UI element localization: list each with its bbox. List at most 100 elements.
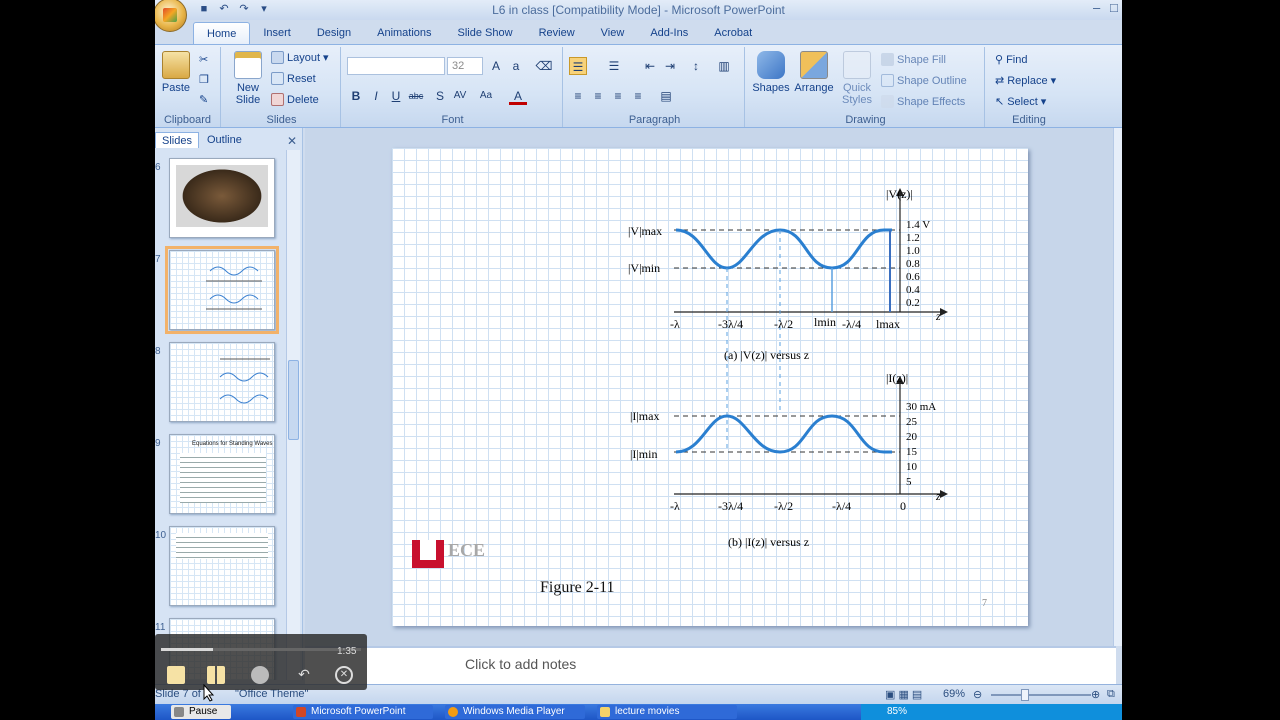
cut-icon[interactable]: ✂ bbox=[199, 53, 208, 66]
reset-button[interactable]: Reset bbox=[271, 72, 316, 85]
zoom-in-icon[interactable]: ⊕ bbox=[1091, 688, 1100, 701]
close-player-icon[interactable]: ✕ bbox=[335, 666, 353, 684]
ribbon-tabs: Home Insert Design Animations Slide Show… bbox=[155, 20, 1122, 44]
maximize-button[interactable]: □ bbox=[1110, 0, 1118, 15]
replace-button[interactable]: ⇄ Replace ▾ bbox=[995, 74, 1056, 88]
tab-design[interactable]: Design bbox=[304, 22, 364, 44]
tab-animations[interactable]: Animations bbox=[364, 22, 444, 44]
shapes-label: Shapes bbox=[752, 82, 790, 94]
font-color-icon[interactable]: A bbox=[509, 87, 527, 105]
grow-font-icon[interactable]: A bbox=[487, 57, 505, 75]
tab-add-ins[interactable]: Add-Ins bbox=[637, 22, 701, 44]
align-right-icon[interactable]: ≡ bbox=[609, 87, 627, 105]
change-case-icon[interactable]: Aa bbox=[477, 87, 495, 105]
strikethrough-icon[interactable]: abc bbox=[407, 87, 425, 105]
columns-icon[interactable]: ▥ bbox=[715, 57, 733, 75]
shape-effects-button[interactable]: Shape Effects bbox=[881, 95, 965, 108]
shrink-font-icon[interactable]: a bbox=[507, 57, 525, 75]
tab-slide-show[interactable]: Slide Show bbox=[445, 22, 526, 44]
quick-styles-button[interactable]: Quick Styles bbox=[837, 51, 877, 106]
format-painter-icon[interactable]: ✎ bbox=[199, 93, 208, 106]
shapes-button[interactable]: Shapes bbox=[751, 51, 791, 94]
caption-b: (b) |I(z)| versus z bbox=[728, 535, 809, 549]
justify-icon[interactable]: ≡ bbox=[629, 87, 647, 105]
font-size-combo[interactable]: 32 bbox=[447, 57, 483, 75]
pause-tooltip-icon bbox=[174, 707, 184, 717]
edit-scrollbar[interactable] bbox=[1113, 128, 1122, 646]
new-slide-button[interactable]: New Slide bbox=[229, 51, 267, 106]
find-button[interactable]: ⚲ Find bbox=[995, 53, 1027, 67]
align-left-icon[interactable]: ≡ bbox=[569, 87, 587, 105]
tab-acrobat[interactable]: Acrobat bbox=[701, 22, 765, 44]
pane-scrollbar[interactable] bbox=[286, 150, 300, 680]
thumb-number: 11 bbox=[155, 622, 166, 633]
scroll-thumb[interactable] bbox=[288, 360, 299, 440]
paste-button[interactable]: Paste bbox=[159, 51, 193, 94]
shadow-icon[interactable]: S bbox=[431, 87, 449, 105]
new-slide-icon bbox=[234, 51, 262, 79]
copy-icon[interactable]: ❐ bbox=[199, 73, 209, 86]
clear-formatting-icon[interactable]: ⌫ bbox=[535, 57, 553, 75]
mouse-cursor-icon bbox=[203, 684, 215, 702]
y-tick-a: 0.6 bbox=[906, 271, 920, 283]
shapes-icon bbox=[757, 51, 785, 79]
pane-tabs: Slides Outline ✕ bbox=[155, 132, 303, 148]
title-bar: ■ ↶ ↷ ▾ L6 in class [Compatibility Mode]… bbox=[155, 0, 1122, 32]
taskbar-media-player[interactable]: Windows Media Player bbox=[445, 705, 585, 719]
numbering-icon[interactable]: ☰ bbox=[605, 57, 623, 75]
underline-icon[interactable]: U bbox=[387, 87, 405, 105]
italic-icon[interactable]: I bbox=[367, 87, 385, 105]
shape-outline-button[interactable]: Shape Outline bbox=[881, 74, 967, 87]
mute-icon[interactable] bbox=[251, 666, 269, 684]
font-name-combo[interactable] bbox=[347, 57, 445, 75]
tab-review[interactable]: Review bbox=[526, 22, 588, 44]
slide-thumbnail-8[interactable] bbox=[169, 342, 275, 422]
pause-icon[interactable] bbox=[207, 666, 225, 684]
zoom-level: 69% bbox=[943, 688, 966, 700]
seek-progress bbox=[161, 648, 213, 651]
char-spacing-icon[interactable]: AV bbox=[451, 87, 469, 105]
delete-button[interactable]: Delete bbox=[271, 93, 319, 106]
shape-fill-icon bbox=[881, 53, 894, 66]
layout-button[interactable]: Layout ▾ bbox=[271, 51, 329, 64]
notes-placeholder: Click to add notes bbox=[465, 656, 577, 672]
close-icon[interactable]: ✕ bbox=[287, 134, 297, 148]
bullets-icon[interactable]: ☰ bbox=[569, 57, 587, 75]
thumb-number: 8 bbox=[155, 346, 161, 357]
shape-fill-button[interactable]: Shape Fill bbox=[881, 53, 946, 66]
taskbar-powerpoint[interactable]: Microsoft PowerPoint bbox=[293, 705, 433, 719]
slide-thumbnail-10[interactable] bbox=[169, 526, 275, 606]
minimize-button[interactable]: – bbox=[1093, 0, 1100, 15]
x-axis-arrow-b bbox=[940, 490, 948, 498]
bold-icon[interactable]: B bbox=[347, 87, 365, 105]
taskbar-folder[interactable]: lecture movies bbox=[597, 705, 737, 719]
stop-icon[interactable] bbox=[167, 666, 185, 684]
arrange-button[interactable]: Arrange bbox=[793, 51, 835, 94]
slide-thumbnail-9[interactable]: Equations for Standing Waves bbox=[169, 434, 275, 514]
tab-view[interactable]: View bbox=[588, 22, 638, 44]
select-button[interactable]: ↖ Select ▾ bbox=[995, 95, 1046, 109]
decrease-indent-icon[interactable]: ⇤ bbox=[641, 57, 659, 75]
tab-home[interactable]: Home bbox=[193, 22, 251, 44]
rewind-icon[interactable]: ↶ bbox=[295, 666, 313, 684]
align-center-icon[interactable]: ≡ bbox=[589, 87, 607, 105]
line-spacing-icon[interactable]: ↕ bbox=[687, 57, 705, 75]
text-direction-icon[interactable]: ▤ bbox=[657, 87, 675, 105]
increase-indent-icon[interactable]: ⇥ bbox=[661, 57, 679, 75]
layout-label: Layout bbox=[287, 51, 321, 64]
slide-canvas[interactable]: |V(z)| |V|max |V|min 1.4 V 1.2 1.0 0.8 0… bbox=[392, 148, 1028, 626]
fit-window-icon[interactable]: ⧉ bbox=[1107, 688, 1115, 701]
photo-image bbox=[176, 165, 268, 227]
zoom-out-icon[interactable]: ⊖ bbox=[973, 688, 982, 701]
slide-thumbnail-6[interactable] bbox=[169, 158, 275, 238]
view-buttons[interactable]: ▣ ▦ ▤ bbox=[885, 688, 922, 701]
zoom-slider-thumb[interactable] bbox=[1021, 689, 1029, 701]
tab-outline[interactable]: Outline bbox=[201, 132, 248, 148]
font-label: Font bbox=[441, 114, 464, 126]
tab-slides[interactable]: Slides bbox=[155, 132, 199, 148]
ribbon: Paste ✂ ❐ ✎ Clipboard New Slide Layout ▾… bbox=[155, 44, 1122, 128]
notes-pane[interactable]: Click to add notes bbox=[305, 646, 1116, 684]
slide-thumbnail-7[interactable] bbox=[165, 246, 279, 334]
tab-insert[interactable]: Insert bbox=[250, 22, 304, 44]
zoom-slider[interactable] bbox=[991, 694, 1091, 696]
